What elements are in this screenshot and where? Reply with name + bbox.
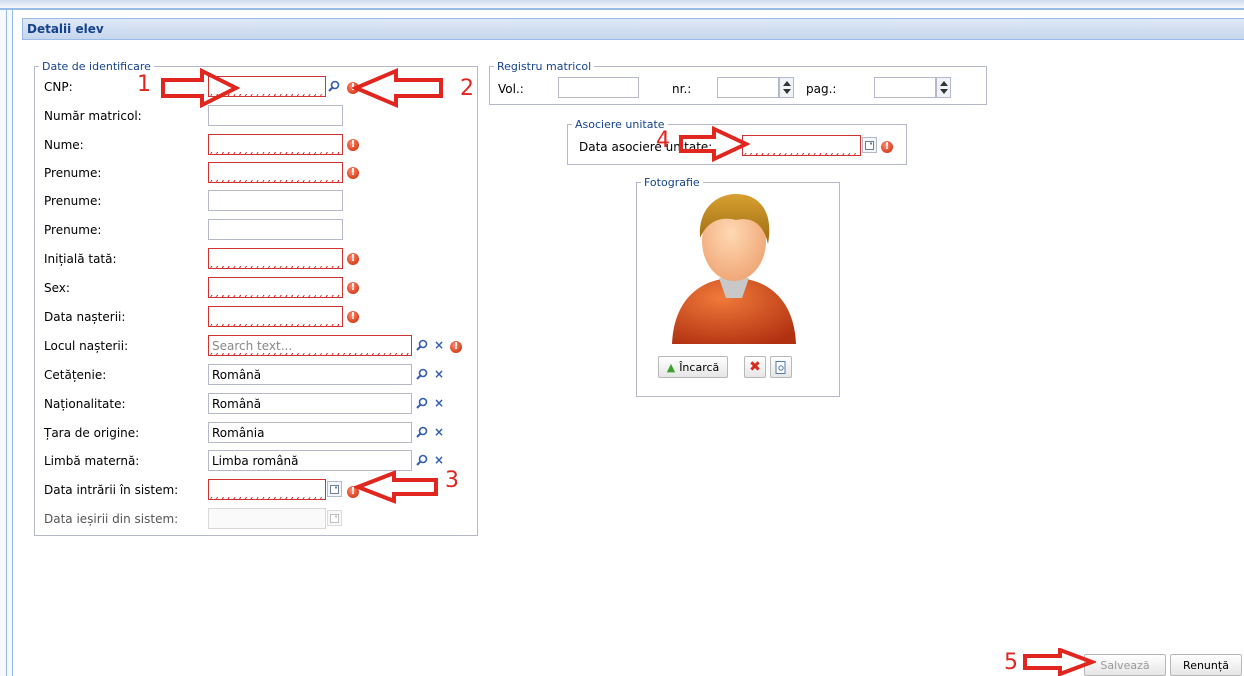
data-iesirii-label: Data ieșirii din sistem:	[44, 512, 179, 526]
clear-icon[interactable]: ×	[431, 451, 447, 469]
panel-title: Detalii elev	[27, 22, 104, 36]
data-iesirii-input	[208, 508, 326, 529]
tara-origine-input[interactable]: România	[208, 422, 412, 443]
window-top-edge	[0, 0, 1244, 10]
prenume3-input[interactable]	[208, 219, 343, 240]
annotation-number-3: 3	[445, 468, 459, 493]
pag-input[interactable]	[874, 77, 936, 98]
cetatenie-input[interactable]: Română	[208, 364, 412, 385]
initiala-tata-label: Inițială tată:	[44, 252, 117, 266]
data-nasterii-label: Data nașterii:	[44, 310, 126, 324]
error-icon: !	[347, 139, 359, 151]
error-icon: !	[347, 282, 359, 294]
asociere-legend: Asociere unitate	[575, 118, 665, 131]
save-button[interactable]: Salvează	[1084, 654, 1166, 676]
nume-label: Nume:	[44, 138, 84, 152]
vol-label: Vol.:	[498, 82, 524, 96]
search-icon[interactable]	[414, 423, 430, 441]
view-photo-button[interactable]	[770, 356, 792, 378]
prenume2-label: Prenume:	[44, 194, 102, 208]
cetatenie-label: Cetățenie:	[44, 368, 107, 382]
calendar-icon[interactable]	[327, 481, 342, 497]
error-icon: !	[450, 341, 462, 353]
nationalitate-label: Naționalitate:	[44, 397, 126, 411]
spinner-icon[interactable]	[779, 77, 794, 98]
pag-label: pag.:	[806, 82, 837, 96]
left-border	[0, 10, 13, 676]
annotation-number-2: 2	[460, 76, 474, 101]
data-nasterii-input[interactable]	[208, 306, 343, 327]
prenume-input[interactable]	[208, 162, 343, 183]
data-intrarii-input[interactable]	[208, 479, 326, 500]
nr-label: nr.:	[672, 82, 692, 96]
upload-button-label: Încarcă	[679, 360, 720, 374]
nume-input[interactable]	[208, 134, 343, 155]
limba-materna-input[interactable]: Limba română	[208, 450, 412, 471]
sex-input[interactable]	[208, 277, 343, 298]
avatar-placeholder-image	[672, 194, 796, 344]
data-asociere-input[interactable]	[742, 135, 861, 156]
annotation-arrow-5	[1023, 648, 1096, 676]
search-icon[interactable]	[414, 365, 430, 383]
annotation-number-5: 5	[1004, 650, 1018, 675]
data-intrarii-label: Data intrării în sistem:	[44, 483, 179, 497]
locul-nasterii-input[interactable]: Search text...	[208, 335, 412, 356]
annotation-arrow-4	[679, 126, 750, 162]
locul-nasterii-label: Locul nașterii:	[44, 339, 129, 353]
numar-matricol-label: Număr matricol:	[44, 109, 142, 123]
annotation-arrow-3	[354, 470, 438, 504]
search-icon[interactable]	[414, 394, 430, 412]
upload-button[interactable]: ▲ Încarcă	[658, 356, 728, 378]
prenume-label: Prenume:	[44, 166, 102, 180]
annotation-arrow-2	[352, 68, 443, 108]
annotation-number-4: 4	[656, 128, 670, 153]
clear-icon[interactable]: ×	[431, 394, 447, 412]
clear-icon[interactable]: ×	[431, 423, 447, 441]
tara-origine-label: Țara de origine:	[44, 426, 140, 440]
delete-photo-button[interactable]: ✖	[744, 356, 766, 378]
error-icon: !	[347, 311, 359, 323]
cancel-button[interactable]: Renunță	[1170, 654, 1242, 676]
annotation-arrow-1	[161, 68, 240, 108]
error-icon: !	[347, 253, 359, 265]
search-icon[interactable]	[326, 77, 342, 95]
prenume2-input[interactable]	[208, 190, 343, 211]
nationalitate-input[interactable]: Română	[208, 393, 412, 414]
spinner-icon[interactable]	[936, 77, 951, 98]
annotation-number-1: 1	[137, 72, 151, 97]
limba-materna-label: Limbă maternă:	[44, 454, 140, 468]
clear-icon[interactable]: ×	[431, 365, 447, 383]
search-icon[interactable]	[414, 451, 430, 469]
error-icon: !	[347, 167, 359, 179]
upload-arrow-icon: ▲	[666, 360, 676, 374]
calendar-icon[interactable]	[862, 137, 877, 153]
panel-header: Detalii elev	[22, 18, 1244, 40]
search-icon[interactable]	[414, 336, 430, 354]
prenume3-label: Prenume:	[44, 223, 102, 237]
view-icon	[775, 360, 786, 374]
calendar-icon	[327, 510, 342, 526]
delete-icon: ✖	[749, 359, 761, 375]
sex-label: Sex:	[44, 281, 70, 295]
numar-matricol-input[interactable]	[208, 105, 343, 126]
registru-legend: Registru matricol	[497, 60, 592, 73]
vol-input[interactable]	[558, 77, 639, 98]
error-icon: !	[881, 141, 893, 153]
nr-input[interactable]	[717, 77, 779, 98]
cnp-label: CNP:	[44, 80, 73, 94]
clear-icon[interactable]: ×	[431, 336, 447, 354]
initiala-tata-input[interactable]	[208, 248, 343, 269]
